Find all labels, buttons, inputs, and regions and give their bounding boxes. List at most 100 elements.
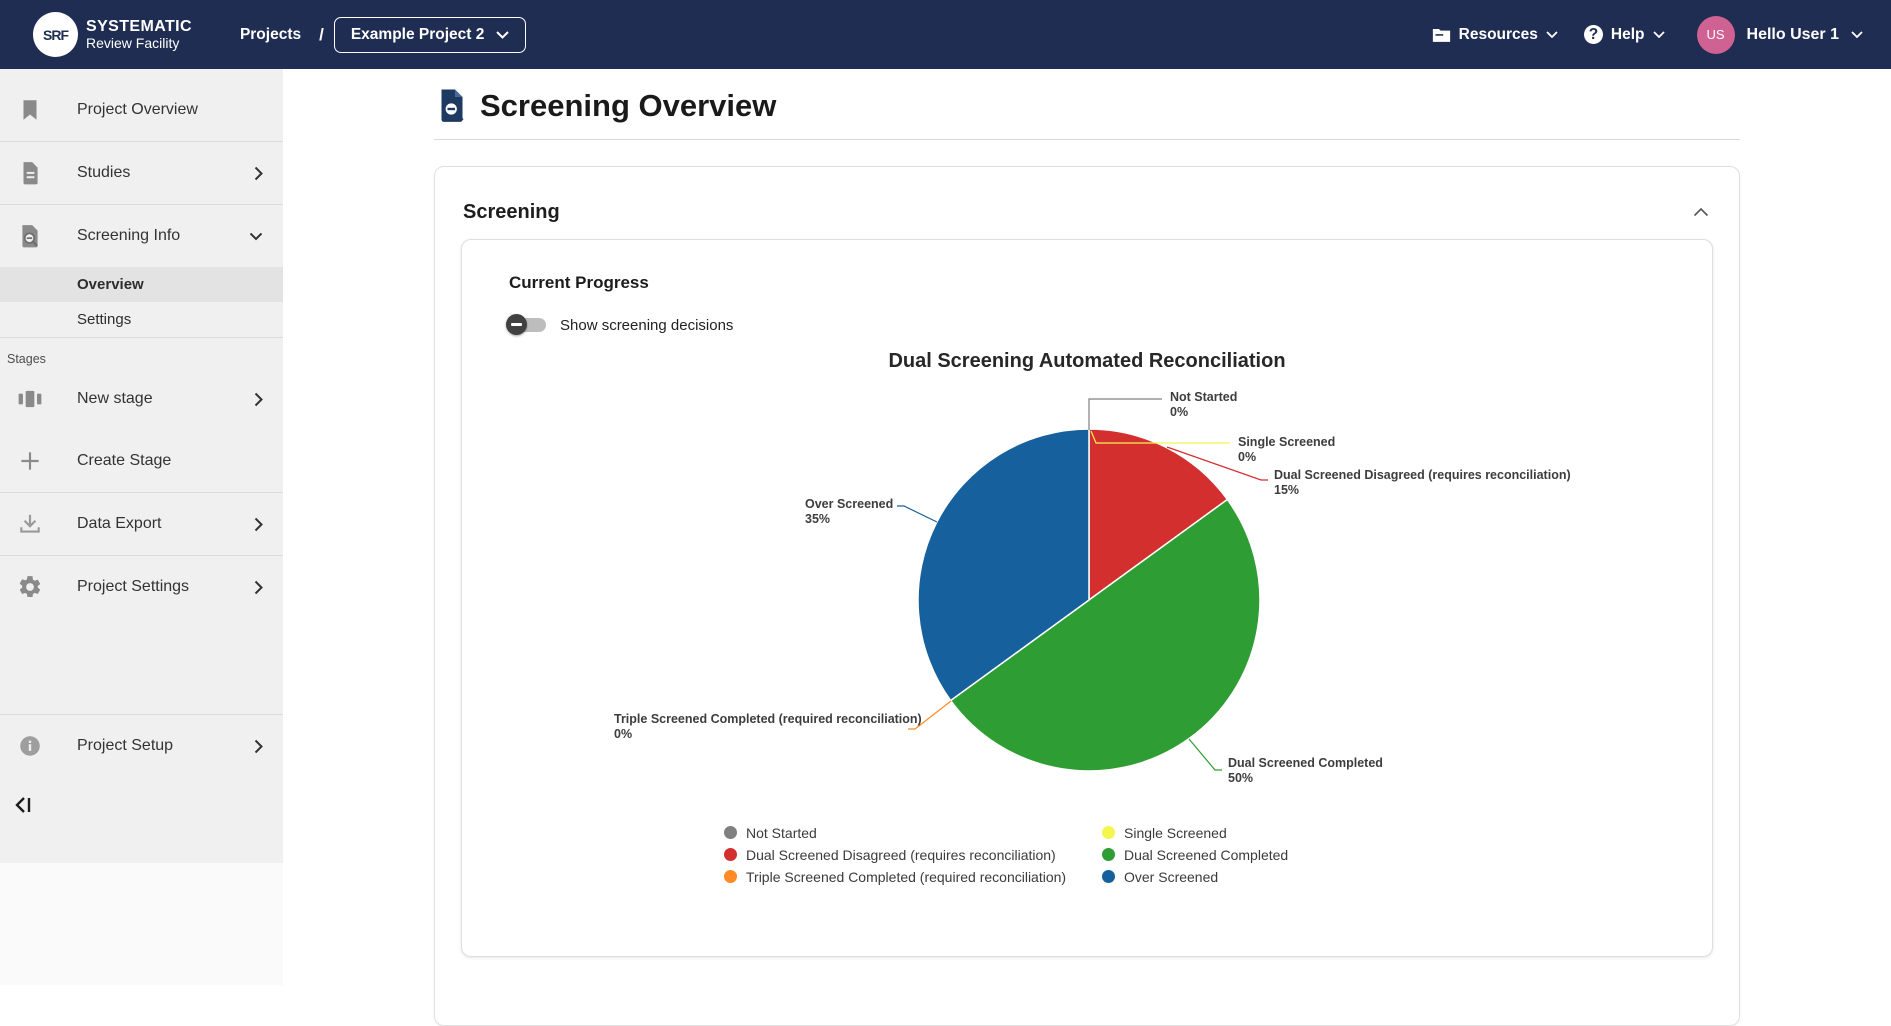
minus-icon	[511, 323, 522, 326]
legend-item: Over Screened	[1102, 869, 1288, 884]
chevron-right-icon	[254, 517, 263, 532]
breadcrumb: Projects /	[240, 25, 324, 45]
sidebar-subitem-label: Settings	[77, 311, 131, 328]
callout-single-screened: Single Screened0%	[1238, 435, 1335, 465]
folder-icon	[1432, 27, 1451, 43]
legend-item: Dual Screened Completed	[1102, 847, 1288, 862]
callout-not-started: Not Started0%	[1170, 390, 1237, 420]
sidebar-item-new-stage[interactable]: New stage	[0, 368, 283, 430]
pie-slice-2	[1089, 429, 1227, 600]
chevron-right-icon	[254, 166, 263, 181]
help-label: Help	[1611, 26, 1645, 44]
sidebar-subitem-settings[interactable]: Settings	[0, 302, 283, 337]
sidebar-item-data-export[interactable]: Data Export	[0, 493, 283, 555]
sidebar-item-label: Studies	[77, 164, 130, 182]
download-icon	[17, 511, 43, 537]
panel-title: Screening	[463, 201, 560, 224]
brand[interactable]: SRF SYSTEMATIC Review Facility	[33, 12, 192, 57]
breadcrumb-separator: /	[319, 25, 324, 45]
brand-line1: SYSTEMATIC	[86, 18, 192, 36]
user-menu[interactable]: US Hello User 1	[1683, 16, 1863, 54]
sidebar-item-project-overview[interactable]: Project Overview	[0, 79, 283, 141]
collapse-sidebar-icon	[12, 793, 36, 817]
sidebar-item-label: Project Setup	[77, 737, 173, 755]
chevron-down-icon	[496, 31, 509, 39]
help-menu[interactable]: ? Help	[1576, 19, 1673, 50]
legend-item: Dual Screened Disagreed (requires reconc…	[724, 847, 1066, 862]
callout-over-screened: Over Screened35%	[805, 497, 893, 527]
sidebar-item-studies[interactable]: Studies	[0, 142, 283, 204]
sidebar: Project Overview Studies Screening Info …	[0, 69, 283, 863]
sidebar-item-label: Project Overview	[77, 101, 198, 119]
show-decisions-toggle[interactable]	[506, 314, 548, 336]
srf-logo-icon: SRF	[33, 12, 78, 57]
chevron-right-icon	[254, 739, 263, 754]
user-greeting: Hello User 1	[1747, 26, 1839, 44]
sidebar-item-project-setup[interactable]: Project Setup	[0, 715, 283, 777]
sidebar-collapse-button[interactable]	[12, 793, 36, 820]
project-selector-button[interactable]: Example Project 2	[334, 17, 527, 53]
pie-slice-3	[951, 499, 1260, 770]
document-icon	[17, 160, 43, 186]
chart-legend-column-1: Not Started Dual Screened Disagreed (req…	[724, 825, 1066, 891]
sidebar-spacer	[0, 618, 283, 714]
leader-line-single-screened	[1091, 431, 1230, 443]
project-selector-label: Example Project 2	[351, 26, 485, 44]
chevron-down-icon	[1546, 31, 1558, 38]
avatar: US	[1697, 16, 1735, 54]
brand-line2: Review Facility	[86, 36, 192, 51]
toggle-thumb	[506, 314, 527, 335]
legend-item: Triple Screened Completed (required reco…	[724, 869, 1066, 884]
legend-item: Not Started	[724, 825, 1066, 840]
logo-monogram: SRF	[43, 27, 68, 43]
help-icon: ?	[1584, 25, 1603, 44]
callout-dual-completed: Dual Screened Completed50%	[1228, 756, 1383, 786]
bookmark-icon	[17, 97, 43, 123]
breadcrumb-projects[interactable]: Projects	[240, 26, 301, 44]
callout-dual-disagreed: Dual Screened Disagreed (requires reconc…	[1274, 468, 1571, 498]
leader-line-over-screened	[897, 506, 937, 522]
chevron-down-icon	[249, 232, 263, 241]
sidebar-item-project-settings[interactable]: Project Settings	[0, 556, 283, 618]
sidebar-item-label: Data Export	[77, 515, 161, 533]
chart-title: Dual Screening Automated Reconciliation	[462, 350, 1712, 373]
sidebar-item-screening-info[interactable]: Screening Info	[0, 205, 283, 267]
sidebar-item-label: Project Settings	[77, 578, 189, 596]
sidebar-rail: Project Overview Studies Screening Info …	[0, 69, 283, 985]
info-icon	[17, 733, 43, 759]
screening-panel: Screening Current Progress Show screenin…	[434, 166, 1740, 1026]
stage-carousel-icon	[17, 386, 43, 412]
sidebar-subitem-overview[interactable]: Overview	[0, 267, 283, 302]
chevron-up-icon	[1693, 207, 1709, 217]
progress-heading: Current Progress	[509, 273, 649, 293]
screening-info-icon	[17, 223, 43, 249]
top-navbar: SRF SYSTEMATIC Review Facility Projects …	[0, 0, 1891, 69]
leader-line-not-started	[1089, 399, 1162, 430]
chevron-right-icon	[254, 392, 263, 407]
avatar-initials: US	[1706, 27, 1724, 42]
chevron-right-icon	[254, 580, 263, 595]
sidebar-item-label: Create Stage	[77, 452, 171, 470]
pie-slice-5	[918, 429, 1089, 701]
pie-chart	[462, 240, 1713, 957]
callout-triple-screened: Triple Screened Completed (required reco…	[614, 712, 922, 742]
sidebar-subitem-label: Overview	[77, 276, 144, 293]
progress-card: Current Progress Show screening decision…	[461, 239, 1713, 957]
sidebar-item-create-stage[interactable]: Create Stage	[0, 430, 283, 492]
pie-slices	[918, 429, 1260, 771]
main-content: Screening Overview Screening Current Pro…	[283, 69, 1891, 985]
screening-overview-icon	[434, 87, 470, 125]
chart-legend-column-2: Single Screened Dual Screened Completed …	[1102, 825, 1288, 891]
title-divider	[434, 139, 1740, 140]
sidebar-section-stages: Stages	[0, 338, 283, 368]
chevron-down-icon	[1653, 31, 1665, 38]
resources-label: Resources	[1459, 26, 1538, 44]
chevron-down-icon	[1851, 31, 1863, 38]
leader-line-dual-completed	[1189, 739, 1222, 770]
page-title: Screening Overview	[480, 88, 776, 124]
resources-menu[interactable]: Resources	[1424, 20, 1566, 50]
panel-collapse-button[interactable]	[1693, 205, 1709, 220]
legend-item: Single Screened	[1102, 825, 1288, 840]
gear-icon	[17, 574, 43, 600]
plus-icon	[17, 448, 43, 474]
